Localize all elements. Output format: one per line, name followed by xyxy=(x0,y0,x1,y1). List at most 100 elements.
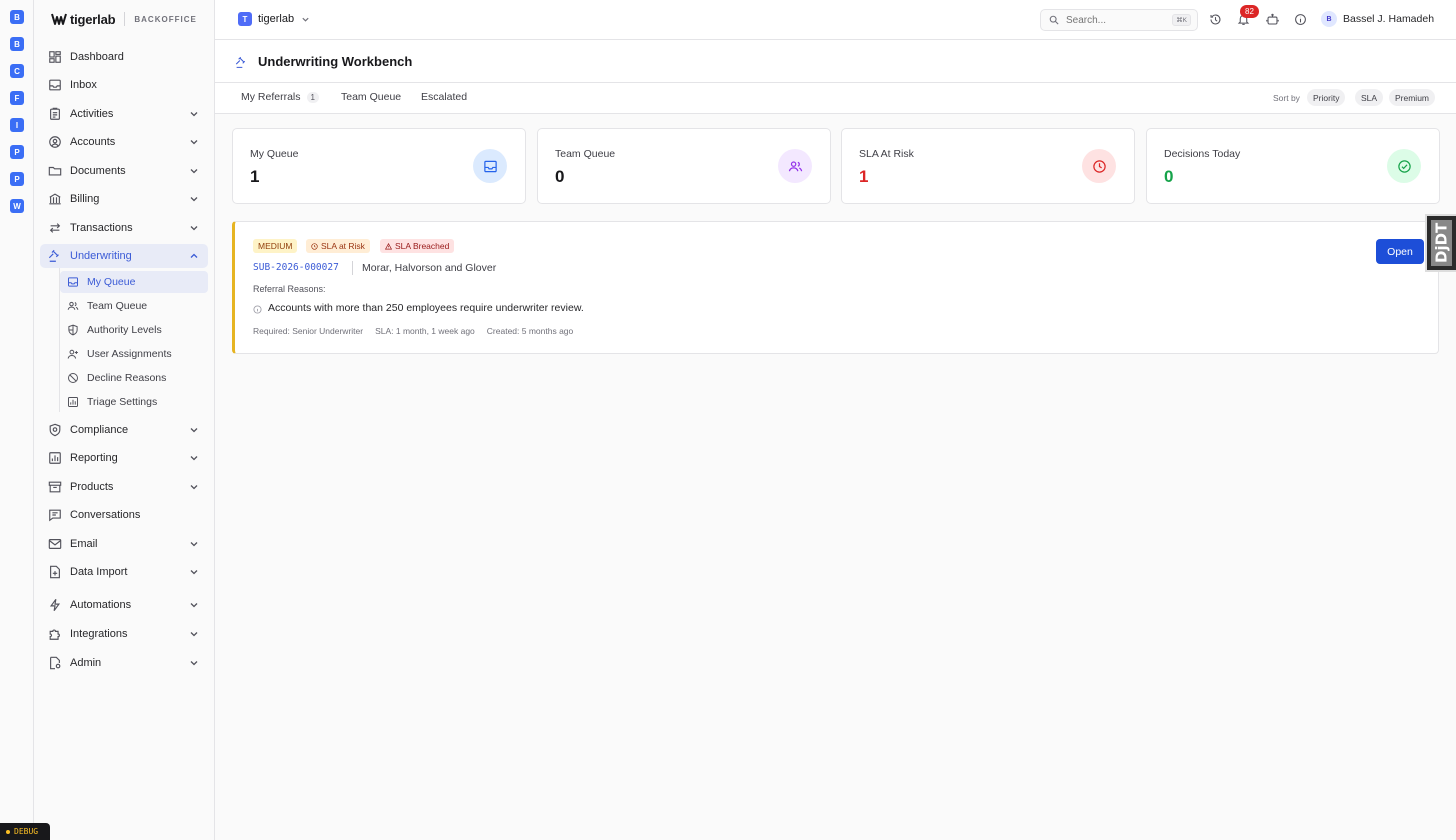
sidebar-label-billing: Billing xyxy=(70,193,100,205)
page-header: Underwriting Workbench xyxy=(215,40,1456,83)
info-icon[interactable] xyxy=(1294,13,1307,26)
tenant-switcher[interactable]: T tigerlab xyxy=(238,12,310,26)
rail-app-b-2[interactable]: B xyxy=(10,37,24,51)
debug-toolbar-label: DjDT xyxy=(1431,220,1452,266)
lightning-icon xyxy=(49,598,61,612)
sidebar-subitem-team-queue[interactable]: Team Queue xyxy=(60,295,208,317)
chevron-down-icon xyxy=(302,17,309,22)
sort-priority-button[interactable]: Priority xyxy=(1307,89,1346,106)
brand-logo[interactable]: tigerlab BACKOFFICE xyxy=(51,10,197,28)
sidebar-label-conversations: Conversations xyxy=(70,509,141,521)
chevron-down-icon xyxy=(190,428,198,433)
rail-app-b[interactable]: B xyxy=(10,10,24,24)
rail-app-c[interactable]: C xyxy=(10,64,24,78)
referral-card[interactable]: MEDIUM SLA at Risk SLA Breached SUB-2026… xyxy=(232,221,1439,354)
sidebar-item-activities[interactable]: Activities xyxy=(40,102,208,126)
debug-indicator[interactable]: DEBUG xyxy=(0,823,50,840)
sidebar-item-reporting[interactable]: Reporting xyxy=(40,446,208,470)
sidebar-item-billing[interactable]: Billing xyxy=(40,187,208,211)
top-bar: T tigerlab ⌘K 82 B Bassel J. Hamadeh xyxy=(215,0,1456,40)
users-icon xyxy=(67,301,79,310)
chevron-up-icon xyxy=(190,253,198,258)
archive-box-icon xyxy=(48,481,62,493)
submission-id-link[interactable]: SUB-2026-000027 xyxy=(253,262,339,273)
sidebar-sublabel-my-queue: My Queue xyxy=(87,276,136,288)
chevron-down-icon xyxy=(190,661,198,666)
inbox-icon xyxy=(483,160,497,172)
sidebar: tigerlab BACKOFFICE Dashboard Inbox Acti… xyxy=(34,0,215,840)
sidebar-item-admin[interactable]: Admin xyxy=(40,651,208,675)
sidebar-item-accounts[interactable]: Accounts xyxy=(40,130,208,154)
sidebar-subitem-my-queue[interactable]: My Queue xyxy=(60,271,208,293)
sidebar-label-underwriting: Underwriting xyxy=(70,250,132,262)
sidebar-item-compliance[interactable]: Compliance xyxy=(40,418,208,442)
sidebar-item-data-import[interactable]: Data Import xyxy=(40,560,208,584)
avatar: B xyxy=(1321,11,1337,27)
sidebar-subitem-triage-settings[interactable]: Triage Settings xyxy=(60,391,208,413)
sidebar-item-underwriting[interactable]: Underwriting xyxy=(40,244,208,268)
tab-team-queue[interactable]: Team Queue xyxy=(341,91,401,103)
sidebar-item-dashboard[interactable]: Dashboard xyxy=(40,45,208,69)
rail-app-p[interactable]: P xyxy=(10,145,24,159)
sidebar-subitem-decline-reasons[interactable]: Decline Reasons xyxy=(60,367,208,389)
sidebar-label-transactions: Transactions xyxy=(70,222,133,234)
circle-info-icon xyxy=(253,304,262,314)
account-name: Morar, Halvorson and Glover xyxy=(362,262,497,274)
sidebar-item-email[interactable]: Email xyxy=(40,532,208,556)
tenant-logo: T xyxy=(238,12,252,26)
stat-card-sla-at-risk: SLA At Risk 1 xyxy=(841,128,1135,204)
sidebar-subitem-authority-levels[interactable]: Authority Levels xyxy=(60,319,208,341)
sidebar-label-admin: Admin xyxy=(70,657,102,669)
debug-label: DEBUG xyxy=(14,827,39,836)
tab-count-badge: 1 xyxy=(306,91,319,103)
sort-sla-button[interactable]: SLA xyxy=(1355,89,1384,106)
sort-label: Sort by xyxy=(1273,93,1300,103)
tab-my-referrals[interactable]: My Referrals 1 xyxy=(241,91,319,103)
sort-premium-button[interactable]: Premium xyxy=(1389,89,1436,106)
tab-bar: My Referrals 1 Team Queue Escalated Sort… xyxy=(215,83,1456,114)
sidebar-item-automations[interactable]: Automations xyxy=(40,593,208,617)
sidebar-label-email: Email xyxy=(70,538,98,550)
tiger-logo-icon xyxy=(51,13,67,25)
sidebar-item-conversations[interactable]: Conversations xyxy=(40,503,208,527)
rail-app-w[interactable]: W xyxy=(10,199,24,213)
search-box[interactable]: ⌘K xyxy=(1040,9,1198,31)
arrows-exchange-icon xyxy=(49,223,61,233)
chevron-down-icon xyxy=(190,632,198,637)
history-icon[interactable] xyxy=(1209,13,1222,26)
search-input[interactable] xyxy=(1066,14,1166,26)
chevron-down-icon xyxy=(190,456,198,461)
open-button[interactable]: Open xyxy=(1376,239,1424,264)
sidebar-label-inbox: Inbox xyxy=(70,79,97,91)
dashboard-icon xyxy=(49,51,61,63)
rail-app-f[interactable]: F xyxy=(10,91,24,105)
sidebar-item-transactions[interactable]: Transactions xyxy=(40,216,208,240)
search-icon xyxy=(1049,15,1059,25)
user-circle-icon xyxy=(49,136,61,148)
sidebar-label-products: Products xyxy=(70,481,114,493)
tab-escalated[interactable]: Escalated xyxy=(421,91,467,103)
sidebar-item-inbox[interactable]: Inbox xyxy=(40,73,208,97)
sidebar-item-documents[interactable]: Documents xyxy=(40,159,208,183)
rail-app-i[interactable]: I xyxy=(10,118,24,132)
sidebar-sublabel-user-assignments: User Assignments xyxy=(87,348,172,360)
user-menu[interactable]: B Bassel J. Hamadeh xyxy=(1321,11,1434,27)
stat-card-decisions-today: Decisions Today 0 xyxy=(1146,128,1440,204)
rail-app-p-2[interactable]: P xyxy=(10,172,24,186)
bar-chart-icon xyxy=(68,397,78,407)
sla-at-risk-badge: SLA at Risk xyxy=(306,239,370,253)
chevron-down-icon xyxy=(190,226,198,231)
sidebar-item-integrations[interactable]: Integrations xyxy=(40,622,208,646)
sidebar-item-products[interactable]: Products xyxy=(40,475,208,499)
inbox-icon xyxy=(68,277,78,287)
shield-check-icon xyxy=(49,423,61,437)
sidebar-subitem-user-assignments[interactable]: User Assignments xyxy=(60,343,208,365)
stat-card-team-queue: Team Queue 0 xyxy=(537,128,831,204)
clock-icon xyxy=(1092,159,1106,173)
stat-icon-badge xyxy=(1082,149,1116,183)
sidebar-sublabel-decline-reasons: Decline Reasons xyxy=(87,372,167,384)
brand-name: tigerlab xyxy=(70,11,116,27)
chevron-down-icon xyxy=(190,570,198,575)
debug-toolbar-handle[interactable]: DjDT xyxy=(1425,214,1456,272)
robot-icon[interactable] xyxy=(1266,13,1279,26)
